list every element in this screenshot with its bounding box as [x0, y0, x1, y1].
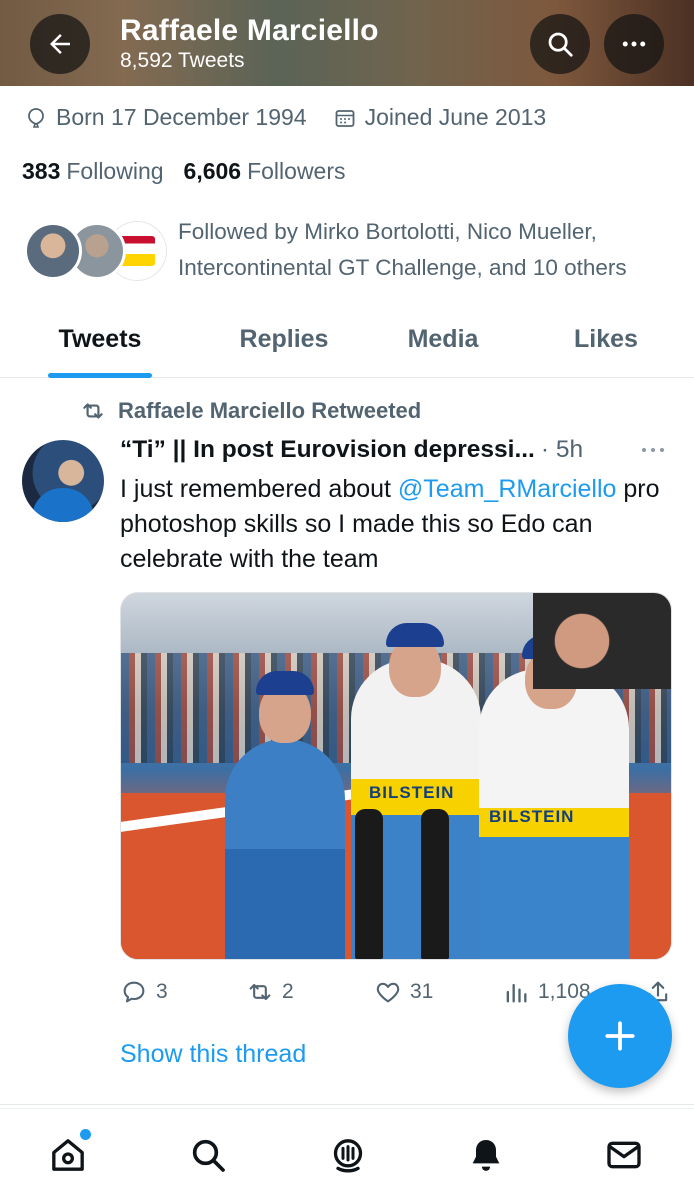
followed-by-text: Followed by Mirko Bortolotti, Nico Muell… [178, 219, 627, 280]
mail-icon [607, 1141, 641, 1169]
image-driver-cap [386, 623, 444, 647]
mention-link[interactable]: @Team_RMarciello [398, 475, 617, 503]
views-icon [506, 983, 527, 1003]
image-sponsor-text: BILSTEIN [369, 783, 455, 802]
calendar-icon [335, 109, 355, 127]
retweet-icon [83, 403, 103, 419]
image-driver [225, 739, 345, 959]
bell-icon [472, 1140, 500, 1171]
image-bottle [421, 809, 449, 959]
more-icon [622, 41, 646, 47]
balloon-icon [28, 107, 44, 128]
tab-label: Media [407, 324, 479, 353]
tweet-text-part: I just remembered about [120, 475, 398, 503]
search-icon [192, 1139, 225, 1172]
image-bottle [355, 809, 383, 959]
born-text: Born 17 December 1994 [56, 104, 307, 130]
retweet-context[interactable]: Raffaele Marciello Retweeted [80, 398, 421, 424]
tab-label: Replies [239, 324, 329, 353]
following-count: 383 [22, 158, 61, 184]
back-button[interactable] [30, 14, 90, 74]
followers-count: 6,606 [183, 158, 242, 184]
tab-label: Likes [574, 324, 638, 353]
avatar [24, 222, 82, 280]
like-count: 31 [410, 980, 434, 1003]
born-date: Born 17 December 1994 [24, 104, 307, 131]
profile-name: Raffaele Marciello [120, 14, 379, 47]
reply-count: 3 [156, 980, 168, 1003]
show-thread-link[interactable]: Show this thread [120, 1040, 306, 1069]
tab-tweets[interactable]: Tweets [0, 300, 200, 378]
nav-search[interactable] [186, 1133, 230, 1177]
nav-messages[interactable] [602, 1133, 646, 1177]
following-label: Following [66, 158, 164, 184]
notification-dot [80, 1129, 91, 1140]
retweet-count: 2 [282, 980, 294, 1003]
tweet-text: I just remembered about @Team_RMarciello… [120, 472, 680, 577]
mutual-avatars [24, 214, 166, 280]
tweet-author-name[interactable]: “Ti” || In post Eurovision depressi... [120, 436, 535, 464]
tweet-header: “Ti” || In post Eurovision depressi... ·… [120, 436, 680, 464]
more-button[interactable] [604, 14, 664, 74]
followers-link[interactable]: 6,606 Followers [184, 158, 346, 185]
joined-date: Joined June 2013 [333, 104, 547, 131]
following-link[interactable]: 383 Following [22, 158, 164, 185]
profile-meta: Born 17 December 1994 Joined June 2013 [24, 104, 572, 131]
joined-text: Joined June 2013 [364, 104, 547, 130]
heart-icon [376, 982, 400, 1003]
like-button[interactable]: 31 [374, 978, 433, 1006]
search-button[interactable] [530, 14, 590, 74]
followed-by-section[interactable]: Followed by Mirko Bortolotti, Nico Muell… [24, 214, 678, 286]
bottom-navigation [0, 1108, 694, 1200]
image-inset-face [533, 593, 671, 689]
more-icon[interactable] [638, 440, 668, 460]
tab-label: Tweets [58, 324, 142, 353]
tweet-author-avatar[interactable] [22, 440, 104, 522]
active-tab-indicator [48, 373, 152, 378]
tweet-timestamp[interactable]: · 5h [541, 436, 583, 464]
followers-label: Followers [247, 158, 346, 184]
divider [0, 1104, 694, 1105]
views-button[interactable]: 1,108 [502, 978, 591, 1006]
retweeted-by-text: Raffaele Marciello Retweeted [118, 398, 422, 423]
retweet-button[interactable]: 2 [246, 978, 294, 1006]
image-driver-cap [256, 671, 314, 695]
spaces-icon [333, 1139, 363, 1173]
reply-icon [123, 981, 145, 1003]
plus-icon [605, 1021, 635, 1051]
arrow-left-icon [50, 34, 70, 54]
retweet-icon [249, 983, 271, 1001]
compose-tweet-button[interactable] [568, 984, 672, 1088]
follow-stats: 383 Following 6,606 Followers [22, 158, 366, 185]
profile-tabs: Tweets Replies Media Likes [0, 300, 694, 378]
profile-header: Raffaele Marciello 8,592 Tweets [0, 0, 694, 86]
nav-spaces[interactable] [326, 1133, 370, 1177]
tweet-media-image[interactable]: BILSTEIN BILSTEIN [120, 592, 672, 960]
nav-notifications[interactable] [464, 1133, 508, 1177]
tweet-count: 8,592 Tweets [120, 49, 245, 72]
tab-likes[interactable]: Likes [506, 300, 694, 378]
reply-button[interactable]: 3 [120, 978, 168, 1006]
image-sponsor-text: BILSTEIN [489, 807, 575, 826]
search-icon [548, 32, 573, 57]
home-icon [52, 1139, 84, 1171]
